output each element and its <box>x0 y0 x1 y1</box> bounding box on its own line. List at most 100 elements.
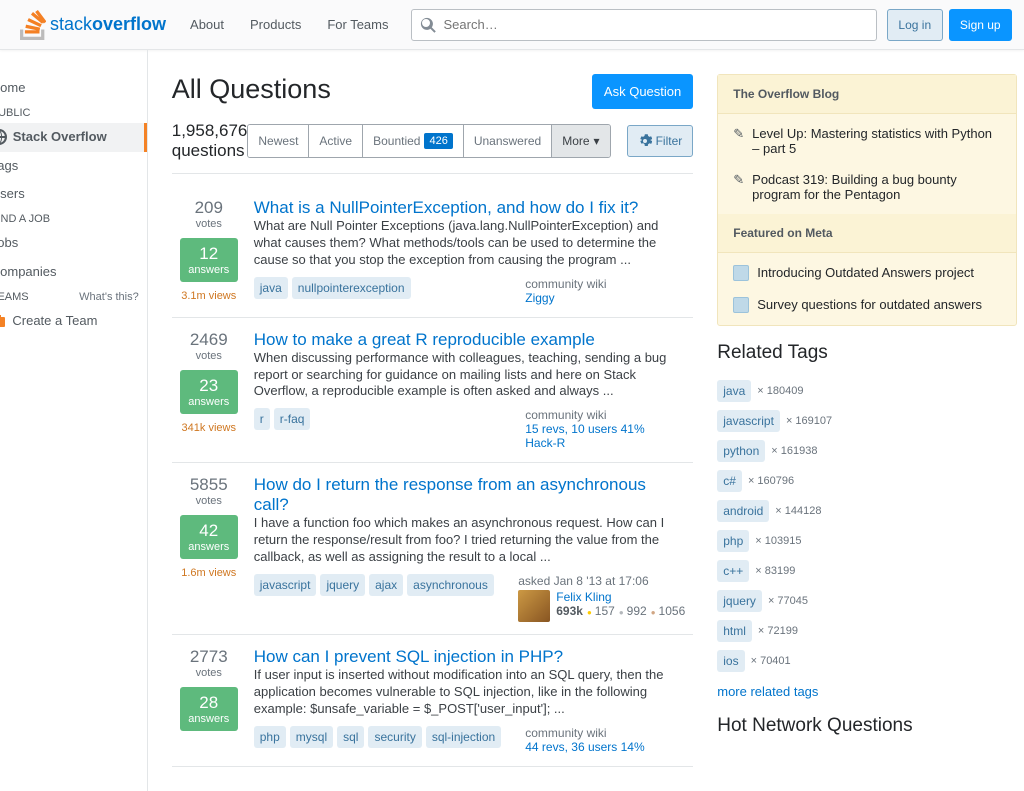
tag[interactable]: javascript <box>254 574 317 596</box>
tag[interactable]: r-faq <box>274 408 311 430</box>
question-stats: 209 votes 12answers 3.1m views <box>180 198 238 305</box>
nav-stackoverflow[interactable]: Stack Overflow <box>0 123 147 152</box>
revs-link[interactable]: 44 revs, 36 users 14% <box>525 740 685 754</box>
user-link[interactable]: Felix Kling <box>556 590 685 604</box>
question-title-link[interactable]: What is a NullPointerException, and how … <box>254 198 639 217</box>
nav-products[interactable]: Products <box>238 11 313 38</box>
tab-unanswered[interactable]: Unanswered <box>464 125 552 157</box>
tag[interactable]: sql <box>337 726 364 748</box>
question-title-link[interactable]: How can I prevent SQL injection in PHP? <box>254 647 563 666</box>
signup-button[interactable]: Sign up <box>949 9 1012 41</box>
tag[interactable]: asynchronous <box>407 574 494 596</box>
tag[interactable]: c# <box>717 470 742 492</box>
answer-count-box: 23answers <box>180 370 238 414</box>
pencil-icon: ✎ <box>733 126 744 142</box>
nav-companies[interactable]: Companies <box>0 258 147 287</box>
tag[interactable]: sql-injection <box>426 726 501 748</box>
tag-count: × 169107 <box>786 415 832 427</box>
tag[interactable]: ajax <box>369 574 403 596</box>
answer-count-box: 12answers <box>180 238 238 282</box>
search-icon <box>419 16 437 34</box>
tag[interactable]: python <box>717 440 765 462</box>
question-excerpt: I have a function foo which makes an asy… <box>254 515 686 566</box>
vote-count: 2469 <box>180 330 238 350</box>
tab-active[interactable]: Active <box>309 125 363 157</box>
top-nav-links: About Products For Teams <box>174 11 400 38</box>
right-sidebar: The Overflow Blog ✎Level Up: Mastering s… <box>717 74 1017 767</box>
whats-this-link[interactable]: What's this? <box>79 291 139 303</box>
tab-more[interactable]: More ▾ <box>552 125 609 157</box>
question-title-link[interactable]: How to make a great R reproducible examp… <box>254 330 595 349</box>
avatar[interactable] <box>518 590 550 622</box>
blog-item[interactable]: ✎Level Up: Mastering statistics with Pyt… <box>718 118 1016 164</box>
related-tag-item: html× 72199 <box>717 620 1017 642</box>
nav-users[interactable]: Users <box>0 180 147 209</box>
globe-icon <box>0 129 7 145</box>
tab-bountied[interactable]: Bountied 426 <box>363 125 464 157</box>
related-tags-list: java× 180409javascript× 169107python× 16… <box>717 380 1017 672</box>
logo[interactable]: stackoverflow <box>12 10 174 40</box>
filter-button[interactable]: Filter <box>627 125 694 157</box>
related-tag-item: jquery× 77045 <box>717 590 1017 612</box>
question-body: What is a NullPointerException, and how … <box>254 198 686 305</box>
tag[interactable]: ios <box>717 650 744 672</box>
chevron-down-icon: ▾ <box>594 134 600 148</box>
tag[interactable]: c++ <box>717 560 749 582</box>
related-tag-item: python × 161938 <box>717 440 1017 462</box>
view-count: 341k views <box>180 422 238 434</box>
related-tag-item: c++× 83199 <box>717 560 1017 582</box>
tab-newest[interactable]: Newest <box>248 125 309 157</box>
tag[interactable]: javascript <box>717 410 780 432</box>
related-tag-item: ios × 70401 <box>717 650 1017 672</box>
question-stats: 5855 votes 42answers 1.6m views <box>180 475 238 622</box>
blog-header: The Overflow Blog <box>718 75 1016 114</box>
search-input[interactable] <box>411 9 878 41</box>
related-tags-header: Related Tags <box>717 342 1017 364</box>
tag[interactable]: jquery <box>320 574 365 596</box>
page-title: All Questions <box>172 74 331 105</box>
question-title-link[interactable]: How do I return the response from an asy… <box>254 475 646 514</box>
more-related-tags-link[interactable]: more related tags <box>717 684 818 699</box>
tag[interactable]: php <box>717 530 749 552</box>
related-tag-item: javascript × 169107 <box>717 410 1017 432</box>
nav-jobs[interactable]: Jobs <box>0 229 147 258</box>
blog-item[interactable]: ✎Podcast 319: Building a bug bounty prog… <box>718 164 1016 210</box>
view-count: 3.1m views <box>180 290 238 302</box>
logo-icon <box>20 10 46 40</box>
tag[interactable]: java <box>254 277 288 299</box>
question-summary: 209 votes 12answers 3.1m views What is a… <box>172 186 694 318</box>
question-excerpt: When discussing performance with colleag… <box>254 350 686 401</box>
tag[interactable]: mysql <box>290 726 333 748</box>
nav-create-team[interactable]: Create a Team <box>0 307 147 336</box>
wiki-label: community wiki <box>525 408 685 422</box>
tag[interactable]: java <box>717 380 751 402</box>
user-link[interactable]: Ziggy <box>525 291 685 305</box>
tag[interactable]: jquery <box>717 590 762 612</box>
sub-header: 1,958,676 questions Newest Active Bounti… <box>172 121 694 174</box>
meta-item[interactable]: Introducing Outdated Answers project <box>718 257 1016 289</box>
gear-icon <box>638 134 652 148</box>
nav-about[interactable]: About <box>178 11 236 38</box>
login-button[interactable]: Log in <box>887 9 942 41</box>
tag[interactable]: nullpointerexception <box>292 277 411 299</box>
user-link[interactable]: Hack-R <box>525 436 685 450</box>
pencil-icon: ✎ <box>733 172 744 188</box>
user-info: asked Jan 8 '13 at 17:06 Felix Kling 693… <box>518 574 685 622</box>
tag[interactable]: r <box>254 408 270 430</box>
asked-time: asked Jan 8 '13 at 17:06 <box>518 574 685 588</box>
tag-count: × 160796 <box>748 475 794 487</box>
tag-count: × 70401 <box>751 655 791 667</box>
question-summary: 5855 votes 42answers 1.6m views How do I… <box>172 463 694 635</box>
tag[interactable]: php <box>254 726 286 748</box>
revs-link[interactable]: 15 revs, 10 users 41% <box>525 422 685 436</box>
nav-for-teams[interactable]: For Teams <box>315 11 400 38</box>
user-badges: 693k1579921056 <box>556 604 685 618</box>
nav-tags[interactable]: Tags <box>0 152 147 181</box>
tag[interactable]: android <box>717 500 769 522</box>
nav-home[interactable]: Home <box>0 74 147 103</box>
meta-item[interactable]: Survey questions for outdated answers <box>718 289 1016 321</box>
tag-count: × 161938 <box>771 445 817 457</box>
tag[interactable]: security <box>368 726 421 748</box>
tag[interactable]: html <box>717 620 752 642</box>
ask-question-button[interactable]: Ask Question <box>592 74 693 109</box>
